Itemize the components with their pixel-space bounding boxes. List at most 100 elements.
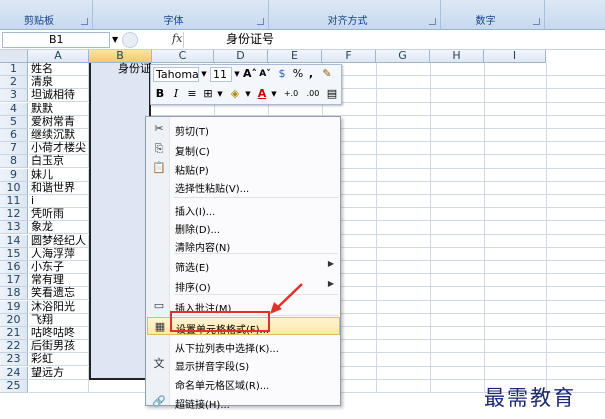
cell-a[interactable]: 默默 [29,102,89,116]
ribbon-group-alignment[interactable]: 对齐方式 [269,0,441,30]
context-menu-item[interactable]: 📋 粘贴(P) [147,159,340,177]
context-menu-item[interactable]: 排序(O) ▶ [147,276,340,294]
context-menu-item[interactable]: 🔗 超链接(H)... [147,393,340,411]
row-header[interactable]: 21 [0,327,28,340]
chevron-down-icon[interactable]: ▼ [200,67,208,82]
column-header-f[interactable]: F [322,50,376,63]
grow-font-button[interactable]: A˄ [243,67,257,82]
row-header[interactable]: 20 [0,313,28,327]
row-header[interactable]: 9 [0,168,28,182]
row-header[interactable]: 18 [0,287,28,301]
context-menu-item[interactable]: 命名单元格区域(R)... [147,374,340,392]
cell-a[interactable] [29,379,89,393]
selected-column-b[interactable] [89,63,151,380]
context-menu-item[interactable]: 删除(D)... [147,218,340,236]
cell-a[interactable]: 笑看遗忘 [29,287,89,301]
ribbon-group-clipboard[interactable]: 剪贴板 [0,0,93,30]
format-painter-icon[interactable]: ✎ [319,67,335,82]
cell-a[interactable]: 和谐世界 [29,181,89,195]
chevron-down-icon[interactable]: ▼ [233,67,241,82]
row-header[interactable]: 15 [0,247,28,261]
dialog-launcher-icon[interactable] [81,18,88,25]
dialog-launcher-icon[interactable] [257,18,264,25]
cell-a[interactable]: 人海浮萍 [29,247,89,261]
increase-decimal-button[interactable]: +.0 [281,87,301,102]
font-size-box[interactable]: 11 [210,67,232,82]
row-header[interactable]: 16 [0,261,28,274]
row-header[interactable]: 8 [0,155,28,169]
row-header[interactable]: 13 [0,221,28,235]
cell-a[interactable]: 坦诚相待 [29,89,89,103]
row-header[interactable]: 19 [0,300,28,314]
cell-a[interactable]: 后街男孩 [29,340,89,354]
ribbon-group-font[interactable]: 字体 [93,0,269,30]
dialog-launcher-icon[interactable] [533,18,540,25]
cell-a[interactable]: 白玉京 [29,155,89,169]
ribbon-group-number[interactable]: 数字 [441,0,545,30]
chevron-down-icon[interactable]: ▼ [112,35,118,44]
column-header-c[interactable]: C [152,50,214,63]
row-header[interactable]: 25 [0,379,28,393]
context-menu-item[interactable]: 文显示拼音字段(S) [147,355,340,373]
center-align-button[interactable]: ≡ [185,87,199,102]
row-header[interactable]: 17 [0,274,28,288]
row-header[interactable]: 6 [0,129,28,142]
comma-button[interactable]: , [306,67,316,82]
accounting-format-icon[interactable]: $ [274,67,290,82]
dialog-launcher-icon[interactable] [429,18,436,25]
cell-a[interactable]: 圆梦经纪人 [29,234,89,248]
cell-a[interactable]: 飞翔 [29,313,89,327]
font-name-box[interactable]: Tahoma [153,67,199,82]
cell-a[interactable]: 妹儿 [29,168,89,182]
row-header[interactable]: 24 [0,366,28,380]
insert-function-icon[interactable]: fx [172,32,182,45]
column-header-d[interactable]: D [214,50,268,63]
fill-color-icon[interactable]: ◈ [227,87,243,102]
row-header[interactable]: 3 [0,89,28,103]
context-menu-item[interactable]: ✂ 剪切(T) [147,120,340,138]
font-color-button[interactable]: A [255,87,269,102]
column-header-i[interactable]: I [484,50,546,63]
context-menu-item[interactable]: 从下拉列表中选择(K)... [147,337,340,355]
context-menu-item[interactable]: ⎘ 复制(C) [147,140,340,158]
italic-button[interactable]: I [169,87,183,102]
cell-a[interactable]: 望远方 [29,366,89,380]
context-menu-item[interactable]: 筛选(E) ▶ [147,256,340,274]
row-header[interactable]: 7 [0,142,28,156]
row-header[interactable]: 14 [0,234,28,248]
shrink-font-button[interactable]: A˅ [258,67,272,82]
context-menu-item[interactable]: 插入(I)... [147,200,340,218]
context-menu-item[interactable]: 选择性粘贴(V)... [147,177,340,195]
column-header-h[interactable]: H [430,50,484,63]
cell-a[interactable]: 爱树常青 [29,115,89,129]
row-header[interactable]: 23 [0,353,28,367]
row-header[interactable]: 22 [0,340,28,354]
percent-button[interactable]: % [292,67,304,82]
cell-a[interactable]: 象龙 [29,221,89,235]
column-header-e[interactable]: E [268,50,322,63]
bold-button[interactable]: B [153,87,167,102]
row-header[interactable]: 2 [0,76,28,90]
border-icon[interactable]: ⊞ [201,87,215,102]
column-header-g[interactable]: G [376,50,430,63]
row-header[interactable]: 11 [0,195,28,208]
cell-a[interactable]: 沐浴阳光 [29,300,89,314]
cancel-icon[interactable] [122,32,138,48]
chevron-down-icon[interactable]: ▼ [244,87,252,102]
merge-cells-icon[interactable]: ▤ [325,87,339,102]
context-menu-item[interactable]: 清除内容(N) [147,236,340,254]
formula-input[interactable]: 身份证号 [183,32,603,48]
chevron-down-icon[interactable]: ▼ [270,87,278,102]
cell-b1[interactable]: 身份证 [118,63,151,76]
cell-a[interactable]: 凭听雨 [29,208,89,222]
row-header[interactable]: 4 [0,102,28,116]
row-header[interactable]: 5 [0,115,28,129]
row-header[interactable]: 12 [0,208,28,222]
row-header[interactable]: 10 [0,181,28,195]
name-box[interactable]: B1 [2,32,110,48]
row-header[interactable]: 1 [0,63,28,76]
chevron-down-icon[interactable]: ▼ [216,87,224,102]
decrease-decimal-button[interactable]: .00 [303,87,323,102]
cell-a[interactable]: 彩虹 [29,353,89,367]
menu-item-icon [152,238,166,252]
